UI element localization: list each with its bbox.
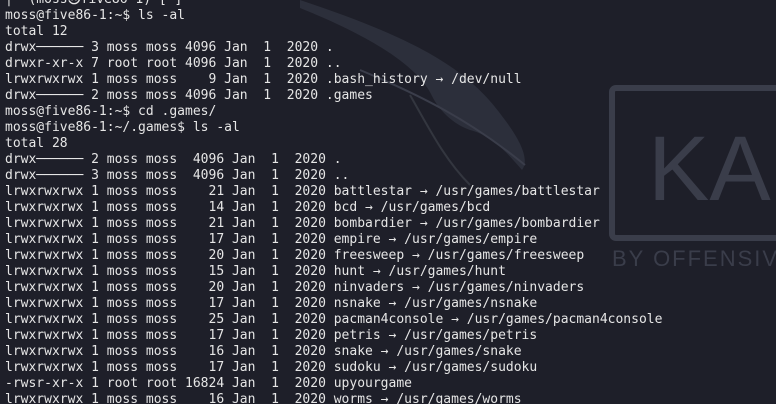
terminal-line: ┌──(moss㉿five86-1)-[~] <box>5 0 662 8</box>
terminal-line: lrwxrwxrwx 1 moss moss 16 Jan 1 2020 sna… <box>5 344 522 359</box>
terminal-line: lrwxrwxrwx 1 moss moss 16 Jan 1 2020 wor… <box>5 392 522 404</box>
terminal-line: lrwxrwxrwx 1 moss moss 20 Jan 1 2020 nin… <box>5 280 585 295</box>
terminal-line: total 28 <box>5 136 68 151</box>
terminal-line: lrwxrwxrwx 1 moss moss 25 Jan 1 2020 pac… <box>5 312 663 327</box>
terminal-window[interactable]: KA BY OFFENSIVE ┌──(moss㉿five86-1)-[~]mo… <box>0 0 776 404</box>
terminal-line: lrwxrwxrwx 1 moss moss 21 Jan 1 2020 bom… <box>5 216 600 231</box>
terminal-line: lrwxrwxrwx 1 moss moss 17 Jan 1 2020 pet… <box>5 328 538 343</box>
terminal-line: lrwxrwxrwx 1 moss moss 17 Jan 1 2020 nsn… <box>5 296 538 311</box>
terminal-line: drwx────── 2 moss moss 4096 Jan 1 2020 . <box>5 152 342 167</box>
terminal-line: lrwxrwxrwx 1 moss moss 21 Jan 1 2020 bat… <box>5 184 600 199</box>
terminal-line: total 12 <box>5 24 68 39</box>
terminal-line: drwxr-xr-x 7 root root 4096 Jan 1 2020 .… <box>5 56 342 71</box>
terminal-line: moss@five86-1:~$ cd .games/ <box>5 104 217 119</box>
terminal-line: drwx────── 3 moss moss 4096 Jan 1 2020 . <box>5 40 334 55</box>
terminal-line: drwx────── 3 moss moss 4096 Jan 1 2020 .… <box>5 168 350 183</box>
terminal-line: lrwxrwxrwx 1 moss moss 15 Jan 1 2020 hun… <box>5 264 506 279</box>
terminal-line: moss@five86-1:~$ ls -al <box>5 8 186 23</box>
kali-logo-text: KA <box>648 118 771 220</box>
terminal-line: lrwxrwxrwx 1 moss moss 20 Jan 1 2020 fre… <box>5 248 585 263</box>
terminal-line: -rwsr-xr-x 1 root root 16824 Jan 1 2020 … <box>5 376 412 391</box>
terminal-line: lrwxrwxrwx 1 moss moss 14 Jan 1 2020 bcd… <box>5 200 491 215</box>
terminal-line: lrwxrwxrwx 1 moss moss 9 Jan 1 2020 .bas… <box>5 72 522 87</box>
terminal-output[interactable]: ┌──(moss㉿five86-1)-[~]moss@five86-1:~$ l… <box>5 0 662 404</box>
terminal-line: lrwxrwxrwx 1 moss moss 17 Jan 1 2020 emp… <box>5 232 538 247</box>
terminal-line: moss@five86-1:~/.games$ ls -al <box>5 120 240 135</box>
terminal-line: lrwxrwxrwx 1 moss moss 17 Jan 1 2020 sud… <box>5 360 538 375</box>
terminal-line: drwx────── 2 moss moss 4096 Jan 1 2020 .… <box>5 88 373 103</box>
